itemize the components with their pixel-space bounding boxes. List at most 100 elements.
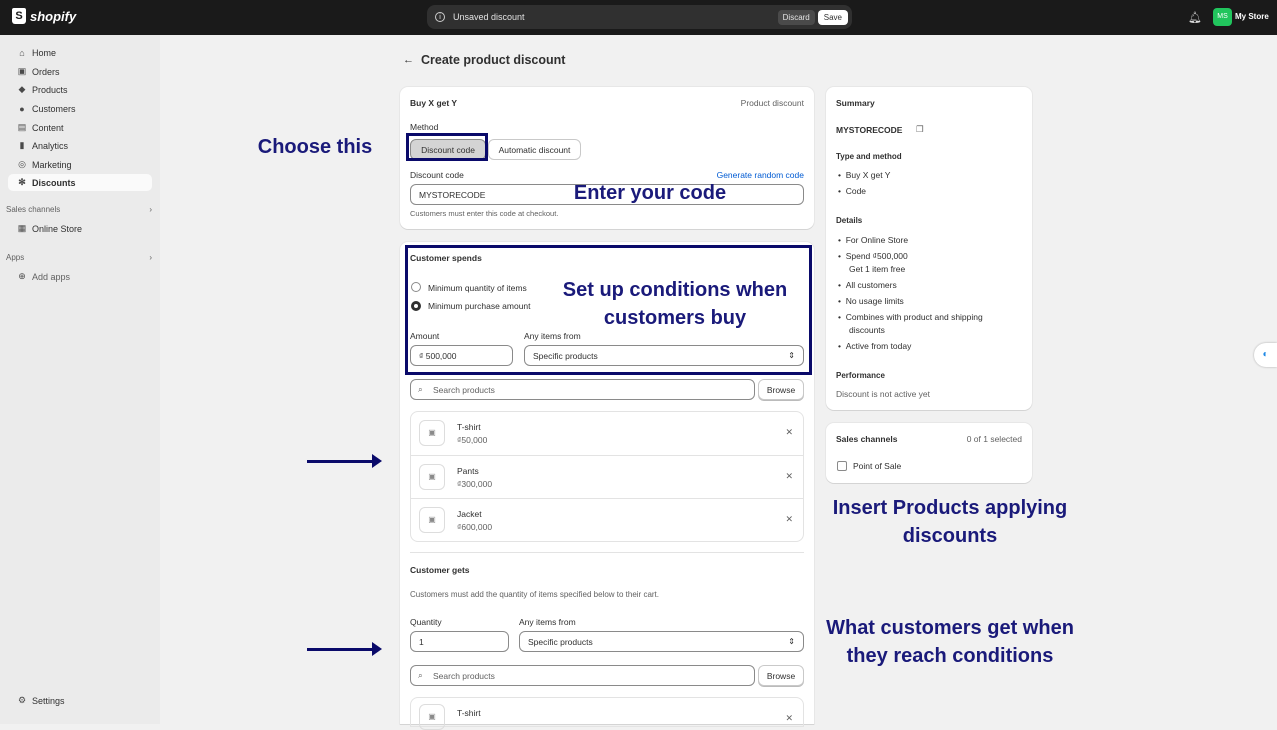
plus-circle-icon: ⊕ [18,271,26,281]
top-bar: S shopify i Unsaved discount Discard Sav… [0,0,1277,35]
sidebar-item-label: Add apps [32,271,71,282]
any-items-label: Any items from [519,617,576,627]
assistant-icon[interactable]: ◐ [1254,343,1277,367]
image-icon: ▣ [419,507,445,533]
discount-type-label: Product discount [740,98,804,108]
shopify-logo[interactable]: S shopify [12,8,76,24]
copy-icon[interactable]: ❐ [916,124,924,135]
annotation-insert-products: Insert Products applying discounts [820,494,1080,550]
sidebar-item-label: Content [32,122,64,133]
sidebar-item-label: Home [32,47,57,58]
sidebar-item-content[interactable]: ▤ Content [8,119,152,136]
content-icon: ▤ [17,122,27,132]
summary-card: Summary MYSTORECODE ❐ Type and method • … [826,87,1032,410]
gets-browse-button[interactable]: Browse [758,665,804,686]
apps-label: Apps [6,253,25,262]
annotation-line: Set up conditions when [562,279,788,301]
sidebar-item-home[interactable]: ⌂ Home [8,44,152,61]
close-icon[interactable]: ✕ [785,471,793,482]
bell-icon[interactable]: 🔔︎ [1188,11,1202,24]
home-icon: ⌂ [19,47,25,58]
annotation-line: discounts [902,525,998,547]
sidebar-item-label: Orders [32,66,60,77]
discount-code-label: Discount code [410,170,464,180]
sidebar-item-products[interactable]: ◆ Products [8,81,152,98]
divider [410,552,804,553]
bullet-text: Get 1 item free [849,264,906,274]
avatar[interactable]: MS [1213,8,1232,26]
sidebar-item-discounts[interactable]: ✻ Discounts [8,174,152,191]
code-help-text: Customers must enter this code at checko… [410,209,559,218]
tag-icon: ◆ [18,84,26,94]
close-icon[interactable]: ✕ [785,713,793,724]
automatic-discount-option[interactable]: Automatic discount [488,139,581,160]
quantity-input[interactable]: 1 [410,631,509,652]
gear-icon: ⚙ [17,695,27,705]
sales-channels-heading[interactable]: Sales channels › [6,205,152,214]
annotation-choose: Choose this [257,136,373,158]
browse-button[interactable]: Browse [758,379,804,400]
sidebar-item-marketing[interactable]: ◎ Marketing [8,156,152,173]
quantity-label: Quantity [410,617,442,627]
sales-channels-label: Sales channels [6,205,61,214]
discard-button[interactable]: Discard [777,9,815,25]
annotation-customer-gets: What customers get when they reach condi… [815,614,1085,670]
product-name: T-shirt [457,422,481,432]
select-value: Specific products [528,636,593,647]
type-method-heading: Type and method [836,152,902,161]
sales-channels-title: Sales channels [836,434,898,444]
customer-gets-title: Customer gets [410,565,470,575]
store-name[interactable]: My Store [1235,12,1269,21]
sidebar-item-orders[interactable]: ▣ Orders [8,63,152,80]
summary-bullet: • Spend ₫500,000 [838,251,908,261]
bullet-text: No usage limits [845,296,904,306]
info-icon: i [435,12,445,22]
bullet-text: Buy X get Y [845,170,891,180]
sidebar-item-customers[interactable]: ● Customers [8,100,152,117]
sales-channels-card: Sales channels 0 of 1 selected Point of … [826,423,1032,483]
product-price: ₫300,000 [457,479,493,489]
image-icon: ▣ [419,704,445,730]
summary-code: MYSTORECODE [836,125,903,135]
page-title: Create product discount [421,53,566,67]
sidebar-item-analytics[interactable]: ▮ Analytics [8,137,152,154]
summary-bullet: • Code [838,186,867,196]
sidebar-item-online-store[interactable]: ▦ Online Store [8,220,152,237]
summary-bullet: • No usage limits [838,296,904,306]
list-item: ▣ Jacket ₫600,000 ✕ [411,498,803,541]
bullet-text: Code [845,186,867,196]
image-icon: ▣ [419,420,445,446]
summary-bullet: • For Online Store [838,235,909,245]
details-heading: Details [836,216,863,225]
gets-any-items-select[interactable]: Specific products ⇕ [519,631,804,652]
sidebar: ⌂ Home ▣ Orders ◆ Products ● Customers ▤ Cont… [0,35,160,724]
sidebar-item-add-apps[interactable]: ⊕ Add apps [8,268,152,285]
product-name: Jacket [457,509,482,519]
sidebar-item-label: Customers [32,103,76,114]
save-button[interactable]: Save [817,9,848,25]
product-price: ₫600,000 [457,522,493,532]
sidebar-item-label: Marketing [32,159,72,170]
discount-icon: ✻ [18,177,26,187]
point-of-sale-checkbox[interactable] [837,461,847,471]
list-item: ▣ Pants ₫300,000 ✕ [411,455,803,498]
summary-bullet: • Active from today [838,341,912,351]
performance-text: Discount is not active yet [836,389,931,399]
back-arrow-icon[interactable]: ← [403,54,414,66]
product-name: T-shirt [457,708,481,718]
close-icon[interactable]: ✕ [785,427,793,438]
highlight-box-method [406,133,488,161]
method-label: Method [410,122,439,132]
sidebar-item-settings[interactable]: ⚙ Settings [8,692,152,709]
gets-search-products-input[interactable]: ⌕ Search products [410,665,755,686]
summary-title: Summary [836,98,875,108]
selected-products-list: ▣ T-shirt ₫50,000 ✕ ▣ Pants ₫300,000 ✕ ▣… [410,411,804,542]
sidebar-item-label: Settings [32,695,65,706]
search-products-input[interactable]: ⌕ Search products [410,379,755,400]
select-chevron-icon: ⇕ [788,637,795,646]
close-icon[interactable]: ✕ [785,514,793,525]
bullet-text: Combines with product and shipping [845,312,983,322]
apps-heading[interactable]: Apps › [6,253,152,262]
bullet-text: Spend ₫500,000 [845,251,908,261]
chevron-right-icon: › [149,253,152,262]
